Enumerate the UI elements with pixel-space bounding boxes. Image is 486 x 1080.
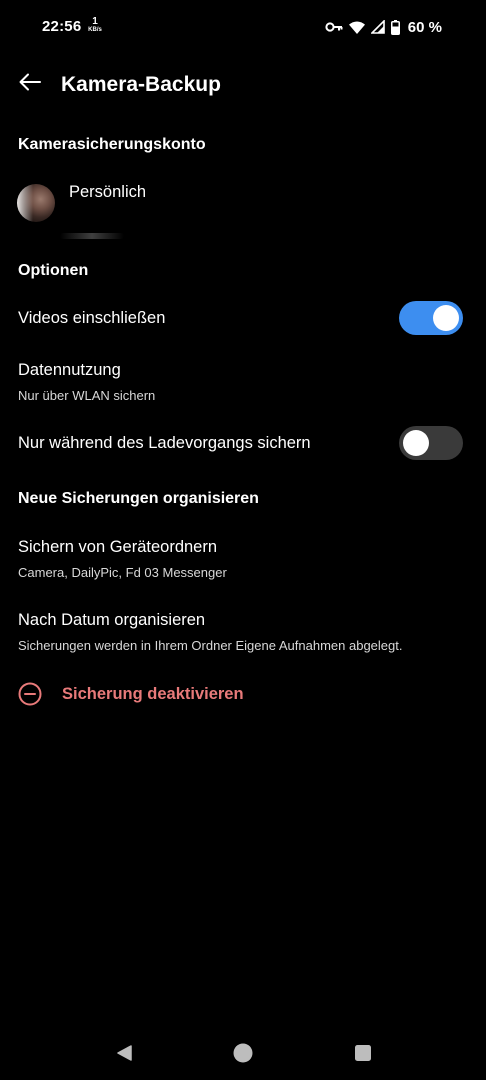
charging-only-toggle[interactable] bbox=[399, 426, 463, 460]
navigation-bar bbox=[0, 1028, 486, 1080]
charging-only-label: Nur während des Ladevorgangs sichern bbox=[18, 434, 311, 452]
avatar bbox=[17, 184, 55, 222]
account-name: Persönlich bbox=[69, 183, 147, 201]
account-email-redacted bbox=[60, 233, 124, 239]
screen: 22:56 1 KB/s 60 % Kamera-Backup Kamerasi… bbox=[0, 0, 486, 1080]
nav-recents-button[interactable] bbox=[351, 1043, 375, 1067]
by-date-label: Nach Datum organisieren bbox=[18, 611, 206, 629]
include-videos-toggle[interactable] bbox=[399, 301, 463, 335]
battery-percent: 60 % bbox=[407, 18, 442, 36]
include-videos-label: Videos einschließen bbox=[18, 309, 166, 327]
deactivate-label: Sicherung deaktivieren bbox=[62, 684, 244, 703]
device-folders-value: Camera, DailyPic, Fd 03 Messenger bbox=[18, 565, 227, 580]
nav-back-button[interactable] bbox=[112, 1043, 136, 1067]
network-speed-unit: KB/s bbox=[88, 27, 102, 33]
status-bar: 22:56 1 KB/s 60 % bbox=[0, 0, 486, 56]
vpn-key-icon bbox=[325, 21, 343, 33]
minus-circle-icon bbox=[17, 681, 43, 707]
section-header-options: Optionen bbox=[18, 262, 89, 279]
data-usage-value: Nur über WLAN sichern bbox=[18, 388, 156, 403]
network-speed: 1 KB/s bbox=[86, 17, 104, 35]
cell-signal-icon bbox=[370, 20, 385, 34]
home-circle-icon bbox=[233, 1043, 253, 1068]
data-usage-label: Datennutzung bbox=[18, 361, 121, 379]
toggle-knob bbox=[403, 430, 429, 456]
toggle-knob bbox=[433, 305, 459, 331]
device-folders-label: Sichern von Geräteordnern bbox=[18, 538, 218, 556]
recents-square-icon bbox=[354, 1044, 372, 1067]
status-icons: 60 % bbox=[325, 17, 442, 37]
network-speed-value: 1 bbox=[92, 16, 98, 27]
status-clock: 22:56 bbox=[42, 18, 82, 35]
app-bar: Kamera-Backup bbox=[0, 56, 486, 116]
page-title: Kamera-Backup bbox=[61, 73, 221, 96]
nav-home-button[interactable] bbox=[231, 1043, 255, 1067]
by-date-value: Sicherungen werden in Ihrem Ordner Eigen… bbox=[18, 638, 403, 653]
back-button[interactable] bbox=[14, 68, 46, 100]
deactivate-backup-button[interactable]: Sicherung deaktivieren bbox=[17, 680, 244, 708]
section-header-organize: Neue Sicherungen organisieren bbox=[18, 490, 259, 507]
section-header-account: Kamerasicherungskonto bbox=[18, 136, 206, 153]
battery-icon bbox=[390, 19, 400, 35]
back-triangle-icon bbox=[115, 1044, 133, 1067]
wifi-icon bbox=[348, 21, 365, 34]
arrow-left-icon bbox=[19, 73, 41, 96]
